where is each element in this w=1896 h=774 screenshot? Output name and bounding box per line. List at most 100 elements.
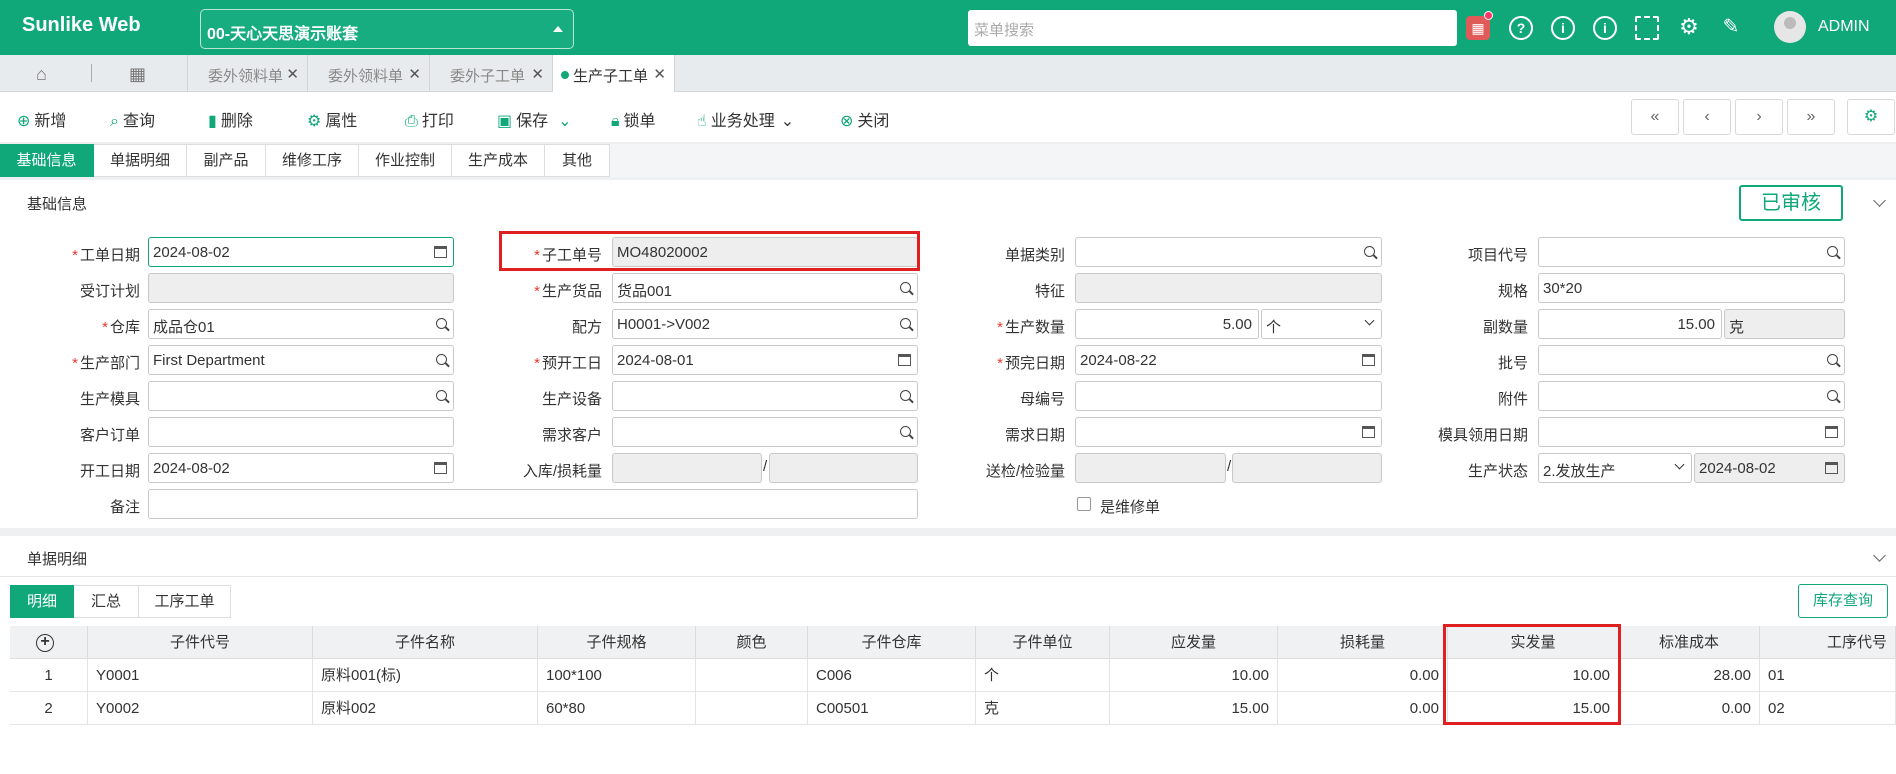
close-icon[interactable]: ✕ — [408, 65, 421, 83]
calendar-icon[interactable] — [1362, 354, 1375, 366]
tab-outsource-pick-2[interactable]: 委外领料单 ✕ — [308, 55, 430, 92]
about-icon[interactable]: i — [1593, 16, 1617, 40]
tab-production-sub[interactable]: 生产子工单 ✕ — [553, 55, 675, 92]
close-icon[interactable]: ✕ — [653, 65, 666, 83]
parent-no-field[interactable] — [1075, 381, 1382, 411]
equip-field[interactable] — [612, 381, 918, 411]
goods-field[interactable]: 货品001 — [612, 273, 918, 303]
cell-need-qty[interactable]: 10.00 — [1110, 659, 1278, 692]
cell-process[interactable]: 02 — [1760, 692, 1896, 725]
search-icon[interactable] — [436, 318, 447, 329]
status-date-field[interactable]: 2024-08-02 — [1694, 453, 1845, 483]
formula-field[interactable]: H0001->V002 — [612, 309, 918, 339]
sub-qty-field[interactable]: 15.00 — [1538, 309, 1722, 339]
menu-search-input[interactable]: 菜单搜索 — [968, 10, 1457, 46]
subtab-cost[interactable]: 生产成本 — [452, 144, 545, 177]
delete-button[interactable]: ▮ 删除 — [208, 107, 253, 131]
sub-unit-field[interactable]: 克 — [1724, 309, 1845, 339]
subtab-detail[interactable]: 单据明细 — [94, 144, 187, 177]
subtab-other[interactable]: 其他 — [545, 144, 610, 177]
qty-unit-select[interactable]: 个 — [1261, 309, 1382, 339]
mold-date-field[interactable] — [1538, 417, 1845, 447]
home-icon[interactable]: ⌂ — [36, 64, 47, 85]
order-date-field[interactable]: 2024-08-02 — [148, 237, 454, 267]
cell-std-cost[interactable]: 0.00 — [1619, 692, 1760, 725]
calendar-icon[interactable] — [1362, 426, 1375, 438]
close-icon[interactable]: ✕ — [286, 65, 299, 83]
calendar-icon[interactable] — [1825, 462, 1838, 474]
search-icon[interactable] — [900, 426, 911, 437]
save-button[interactable]: ▣ 保存 ⌄ — [497, 107, 572, 131]
help-icon[interactable]: ? — [1509, 16, 1533, 40]
spec-field[interactable]: 30*20 — [1538, 273, 1845, 303]
attachment-field[interactable] — [1538, 381, 1845, 411]
grid-icon[interactable]: ▦ — [129, 64, 146, 85]
search-icon[interactable] — [1827, 354, 1838, 365]
lock-button[interactable]: 🔒︎ 锁单 — [611, 107, 656, 131]
subtab-byproduct[interactable]: 副产品 — [187, 144, 266, 177]
pre-start-field[interactable]: 2024-08-01 — [612, 345, 918, 375]
cell-need-qty[interactable]: 15.00 — [1110, 692, 1278, 725]
mold-field[interactable] — [148, 381, 454, 411]
prev-record-button[interactable]: ‹ — [1683, 99, 1731, 135]
remark-field[interactable] — [148, 489, 918, 519]
next-record-button[interactable]: › — [1735, 99, 1783, 135]
detail-tab-summary[interactable]: 汇总 — [74, 585, 139, 618]
query-button[interactable]: ⌕ 查询 — [110, 107, 155, 131]
cell-std-cost[interactable]: 28.00 — [1619, 659, 1760, 692]
plan-field[interactable] — [148, 273, 454, 303]
cell-warehouse[interactable]: C006 — [808, 659, 976, 692]
detail-tab-detail[interactable]: 明细 — [10, 585, 74, 618]
search-icon[interactable] — [1364, 246, 1375, 257]
warehouse-field[interactable]: 成品仓01 — [148, 309, 454, 339]
qty-field[interactable]: 5.00 — [1075, 309, 1259, 339]
stock-query-button[interactable]: 库存查询 — [1798, 584, 1888, 618]
cell-warehouse[interactable]: C00501 — [808, 692, 976, 725]
cell-color[interactable] — [696, 692, 808, 725]
cell-process[interactable]: 01 — [1760, 659, 1896, 692]
in-qty-field[interactable] — [612, 453, 762, 483]
first-record-button[interactable]: « — [1631, 99, 1679, 135]
inspected-field[interactable] — [1232, 453, 1382, 483]
subtab-repair[interactable]: 维修工序 — [266, 144, 359, 177]
last-record-button[interactable]: » — [1787, 99, 1835, 135]
calendar-icon[interactable] — [1825, 426, 1838, 438]
cell-spec[interactable]: 100*100 — [538, 659, 696, 692]
avatar[interactable] — [1774, 11, 1806, 43]
search-icon[interactable] — [900, 318, 911, 329]
tab-outsource-sub[interactable]: 委外子工单 ✕ — [430, 55, 553, 92]
feature-field[interactable] — [1075, 273, 1382, 303]
close-button[interactable]: ⊗ 关闭 — [840, 107, 889, 131]
user-name[interactable]: ADMIN — [1818, 18, 1870, 36]
cell-spec[interactable]: 60*80 — [538, 692, 696, 725]
search-icon[interactable] — [436, 390, 447, 401]
cell-code[interactable]: Y0001 — [88, 659, 313, 692]
chevron-down-icon[interactable]: ⌄ — [558, 113, 571, 130]
cell-loss-qty[interactable]: 0.00 — [1278, 659, 1448, 692]
plus-circle-icon[interactable]: + — [36, 634, 54, 652]
theme-icon[interactable]: ✎ — [1719, 16, 1743, 40]
calendar-icon[interactable] — [434, 246, 447, 258]
print-button[interactable]: ⎙ 打印 — [405, 107, 454, 131]
tab-outsource-pick-1[interactable]: 委外领料单 ✕ — [187, 55, 308, 92]
calendar-icon[interactable] — [898, 354, 911, 366]
add-button[interactable]: ⊕ 新增 — [17, 107, 66, 131]
cell-code[interactable]: Y0002 — [88, 692, 313, 725]
subtab-job-control[interactable]: 作业控制 — [359, 144, 452, 177]
cell-name[interactable]: 原料002 — [313, 692, 538, 725]
cell-unit[interactable]: 个 — [976, 659, 1110, 692]
search-icon[interactable] — [900, 390, 911, 401]
info-icon[interactable]: i — [1551, 16, 1575, 40]
dept-field[interactable]: First Department — [148, 345, 454, 375]
fullscreen-icon[interactable] — [1635, 16, 1659, 40]
search-icon[interactable] — [1827, 246, 1838, 257]
cell-loss-qty[interactable]: 0.00 — [1278, 692, 1448, 725]
cell-name[interactable]: 原料001(标) — [313, 659, 538, 692]
doc-type-field[interactable] — [1075, 237, 1382, 267]
add-row-header[interactable]: + — [10, 626, 88, 659]
prod-status-select[interactable]: 2.发放生产 — [1538, 453, 1692, 483]
cust-order-field[interactable] — [148, 417, 454, 447]
account-select[interactable]: 00-天心天思演示账套 — [200, 9, 574, 49]
demand-cust-field[interactable] — [612, 417, 918, 447]
pre-end-field[interactable]: 2024-08-22 — [1075, 345, 1382, 375]
